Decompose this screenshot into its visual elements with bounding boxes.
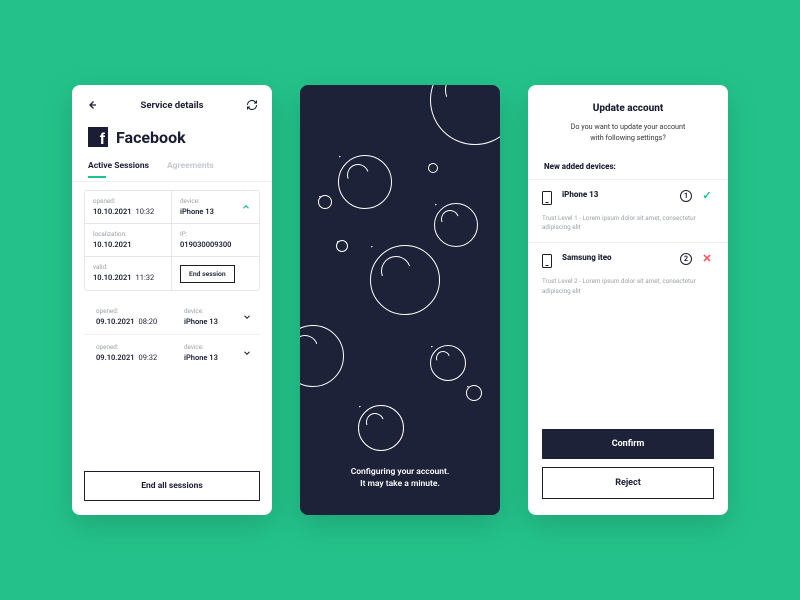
value-opened: 10.10.202110:32 <box>93 207 163 216</box>
screen-update-account: Update account Do you want to update you… <box>528 85 728 515</box>
screen-service-details: Service details Facebook Active Sessions… <box>72 85 272 515</box>
chevron-down-icon[interactable] <box>242 348 252 358</box>
label-localization: localization: <box>93 230 163 238</box>
tabs: Active Sessions Agreements <box>72 161 272 182</box>
refresh-icon[interactable] <box>246 99 258 111</box>
value-ip: 019030009300 <box>180 240 251 249</box>
chevron-down-icon[interactable] <box>242 312 252 322</box>
session-card-expanded: opened: 10.10.202110:32 device: iPhone 1… <box>84 190 260 291</box>
bubbles-illustration <box>300 85 500 515</box>
end-session-button[interactable]: End session <box>180 265 235 283</box>
reject-button[interactable]: Reject <box>542 467 714 499</box>
page-title: Service details <box>141 100 204 111</box>
device-name: iPhone 13 <box>562 190 674 199</box>
phone-icon <box>542 191 552 205</box>
close-icon: ✕ <box>700 253 714 264</box>
tab-active-sessions[interactable]: Active Sessions <box>88 161 149 177</box>
device-desc: Trust Level 2 - Lorem ipsum dolor sit am… <box>542 277 714 296</box>
confirm-button[interactable]: Confirm <box>542 429 714 459</box>
label-opened: opened: <box>93 197 163 205</box>
chevron-up-icon[interactable] <box>241 202 251 212</box>
page-subtitle: Do you want to update your account with … <box>528 122 728 144</box>
screen-loading: Configuring your account. It may take a … <box>300 85 500 515</box>
end-all-sessions-button[interactable]: End all sessions <box>84 471 260 501</box>
service-brand: Facebook <box>72 121 272 161</box>
session-card-collapsed[interactable]: opened: 09.10.202109:32 device: iPhone 1… <box>84 334 260 370</box>
trust-level-badge: 1 <box>680 190 692 202</box>
label-ip: IP: <box>180 230 251 238</box>
facebook-logo-icon <box>88 127 108 147</box>
device-desc: Trust Level 1 - Lorem ipsum dolor sit am… <box>542 214 714 233</box>
action-buttons: Confirm Reject <box>528 429 728 515</box>
tab-agreements[interactable]: Agreements <box>167 161 214 177</box>
section-heading: New added devices: <box>528 144 728 179</box>
device-row: Samsung iteo 2 ✕ Trust Level 2 - Lorem i… <box>528 242 728 306</box>
device-row: iPhone 13 1 ✓ Trust Level 1 - Lorem ipsu… <box>528 179 728 243</box>
session-card-collapsed[interactable]: opened: 09.10.202108:20 device: iPhone 1… <box>84 299 260 334</box>
page-title: Update account <box>528 85 728 122</box>
service-name: Facebook <box>116 128 186 147</box>
header: Service details <box>72 85 272 121</box>
check-icon: ✓ <box>700 190 714 201</box>
back-icon[interactable] <box>86 99 98 111</box>
value-valid: 10.10.202111:32 <box>93 273 163 282</box>
sessions-list: opened: 10.10.202110:32 device: iPhone 1… <box>72 182 272 463</box>
trust-level-badge: 2 <box>680 253 692 265</box>
loading-message: Configuring your account. It may take a … <box>300 466 500 492</box>
label-valid: valid: <box>93 263 163 271</box>
value-localization: 10.10.2021 <box>93 240 163 249</box>
device-name: Samsung iteo <box>562 253 674 262</box>
phone-icon <box>542 254 552 268</box>
